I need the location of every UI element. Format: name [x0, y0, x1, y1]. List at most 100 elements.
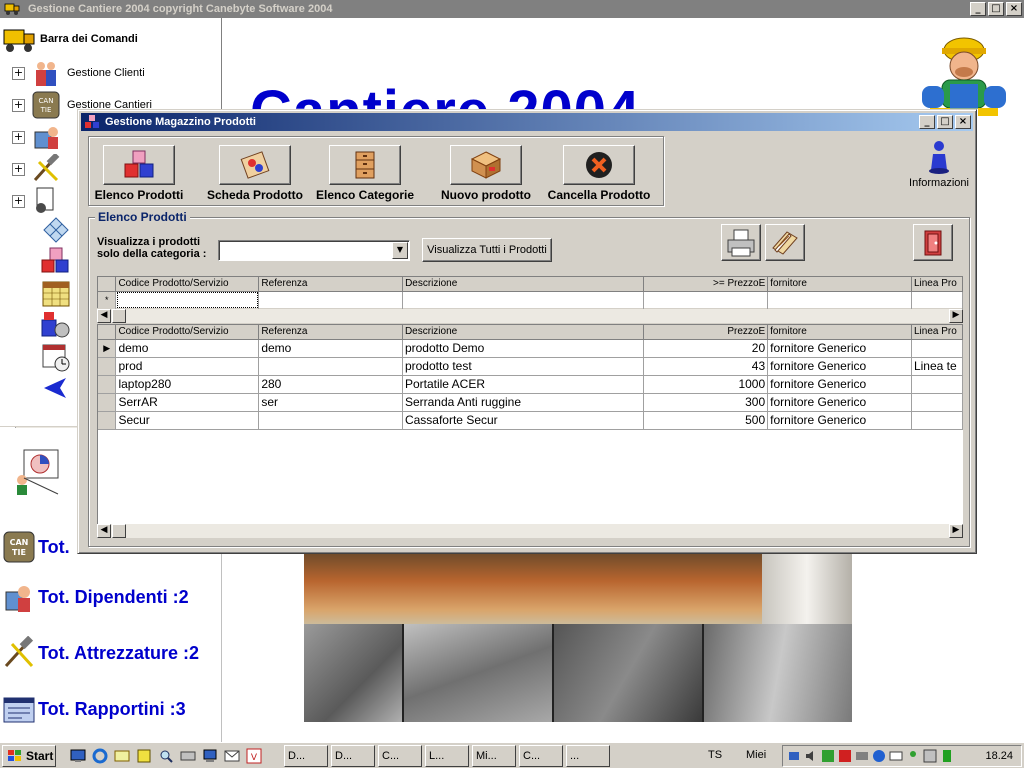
referenza-cell[interactable]: ser	[258, 393, 403, 412]
tree-expander[interactable]: +	[12, 130, 25, 144]
search-prezzo-cell[interactable]	[643, 291, 769, 310]
scheda-prodotto-button[interactable]: Scheda Prodotto	[195, 145, 315, 202]
exit-button[interactable]	[913, 224, 953, 261]
row-selector[interactable]	[98, 411, 117, 430]
column-header[interactable]: Linea Pro	[911, 277, 964, 292]
task-button[interactable]: C...	[378, 744, 422, 767]
category-select[interactable]: ▼	[218, 240, 410, 261]
codice-cell[interactable]: SerrAR	[115, 393, 260, 412]
column-header[interactable]: Referenza	[258, 325, 403, 340]
column-header[interactable]: fornitore	[767, 277, 912, 292]
start-button[interactable]: Start	[2, 744, 56, 767]
informazioni-button[interactable]: Informazioni	[904, 140, 974, 189]
search-icon[interactable]	[158, 748, 174, 764]
antivirus-icon[interactable]	[821, 749, 835, 763]
outlook-icon[interactable]	[114, 748, 130, 764]
tree-item-gestione-clienti[interactable]: + Gestione Clienti	[12, 58, 145, 88]
ts-toolbar-label[interactable]: TS	[708, 749, 722, 761]
column-header[interactable]: Referenza	[258, 277, 404, 292]
column-header[interactable]: Codice Prodotto/Servizio	[115, 325, 260, 340]
grid-icon[interactable]	[923, 749, 937, 763]
prezzo-cell[interactable]: 300	[643, 393, 769, 412]
prezzo-cell[interactable]: 43	[643, 357, 769, 376]
referenza-cell[interactable]: demo	[258, 339, 403, 358]
linea-cell[interactable]	[911, 339, 964, 358]
task-button[interactable]: D...	[331, 744, 375, 767]
app-icon[interactable]	[136, 748, 152, 764]
scroll-left-arrow-icon[interactable]: ◀	[97, 309, 111, 323]
search-grid-hscrollbar[interactable]: ◀ ▶	[97, 309, 963, 323]
table-row[interactable]: laptop280 280 Portatile ACER 1000 fornit…	[98, 375, 964, 394]
tree-item-dipendenti[interactable]: +	[12, 122, 67, 152]
table-row[interactable]: ▶ demo demo prodotto Demo 20 fornitore G…	[98, 339, 964, 358]
network-status-icon[interactable]	[855, 749, 869, 763]
elenco-categorie-button[interactable]: Elenco Categorie	[305, 145, 425, 202]
referenza-cell[interactable]	[258, 357, 403, 376]
cancella-prodotto-button[interactable]: Cancella Prodotto	[539, 145, 659, 202]
search-new-row[interactable]: *	[98, 291, 964, 310]
back-arrow-icon[interactable]	[42, 376, 70, 400]
clock[interactable]: 18.24	[985, 750, 1013, 762]
volume-icon[interactable]	[804, 749, 818, 763]
linea-cell[interactable]	[911, 393, 964, 412]
table-row[interactable]: SerrAR ser Serranda Anti ruggine 300 for…	[98, 393, 964, 412]
elenco-prodotti-button[interactable]: Elenco Prodotti	[79, 145, 199, 202]
fornitore-cell[interactable]: fornitore Generico	[767, 375, 912, 394]
fornitore-cell[interactable]: fornitore Generico	[767, 357, 912, 376]
column-header[interactable]: Descrizione	[402, 325, 645, 340]
dialog-titlebar[interactable]: Gestione Magazzino Prodotti _ □ ×	[81, 113, 973, 131]
scrollbar-thumb[interactable]	[112, 309, 126, 323]
internet-explorer-icon[interactable]	[92, 748, 108, 764]
row-selector[interactable]	[98, 357, 117, 376]
tree-expander[interactable]: +	[12, 162, 25, 176]
scrollbar-thumb[interactable]	[112, 524, 126, 538]
column-header[interactable]: PrezzoE	[643, 325, 769, 340]
fornitore-cell[interactable]: fornitore Generico	[767, 411, 912, 430]
prezzo-cell[interactable]: 500	[643, 411, 769, 430]
descrizione-cell[interactable]: prodotto Demo	[402, 339, 645, 358]
codice-cell[interactable]: laptop280	[115, 375, 260, 394]
main-minimize-button[interactable]: _	[970, 2, 986, 16]
search-referenza-cell[interactable]	[258, 291, 404, 310]
miei-toolbar-label[interactable]: Miei	[746, 749, 766, 761]
globe-icon[interactable]	[872, 749, 886, 763]
fornitore-cell[interactable]: fornitore Generico	[767, 393, 912, 412]
main-maximize-button[interactable]: □	[988, 2, 1004, 16]
descrizione-cell[interactable]: Cassaforte Secur	[402, 411, 645, 430]
referenza-cell[interactable]: 280	[258, 375, 403, 394]
export-button[interactable]	[765, 224, 805, 261]
codice-cell[interactable]: Secur	[115, 411, 260, 430]
product-search-grid[interactable]: Codice Prodotto/Servizio Referenza Descr…	[97, 276, 964, 310]
codice-cell[interactable]: demo	[115, 339, 260, 358]
chevron-down-icon[interactable]: ▼	[392, 242, 408, 259]
grid-icon[interactable]	[40, 214, 72, 244]
calendar-icon[interactable]	[40, 278, 72, 308]
descrizione-cell[interactable]: prodotto test	[402, 357, 645, 376]
task-button[interactable]: ...	[566, 744, 610, 767]
column-header[interactable]: fornitore	[767, 325, 912, 340]
referenza-cell[interactable]	[258, 411, 403, 430]
task-button[interactable]: D...	[284, 744, 328, 767]
descrizione-cell[interactable]: Portatile ACER	[402, 375, 645, 394]
scroll-right-arrow-icon[interactable]: ▶	[949, 309, 963, 323]
descrizione-cell[interactable]: Serranda Anti ruggine	[402, 393, 645, 412]
linea-cell[interactable]: Linea te	[911, 357, 964, 376]
search-codice-cell[interactable]	[115, 291, 260, 310]
column-header[interactable]: Linea Pro	[911, 325, 964, 340]
main-close-button[interactable]: ×	[1006, 2, 1022, 16]
dialog-close-button[interactable]: ×	[955, 115, 971, 129]
table-row[interactable]: Secur Cassaforte Secur 500 fornitore Gen…	[98, 411, 964, 430]
task-button[interactable]: L...	[425, 744, 469, 767]
column-header[interactable]: >= PrezzoE	[643, 277, 769, 292]
row-selector[interactable]	[98, 393, 117, 412]
cubes-icon[interactable]	[40, 246, 72, 276]
linea-cell[interactable]	[911, 375, 964, 394]
tree-item-attrezzature[interactable]: +	[12, 154, 67, 184]
vb-icon[interactable]: V	[246, 748, 262, 764]
row-selector[interactable]	[98, 375, 117, 394]
show-all-products-button[interactable]: Visualizza Tutti i Prodotti	[422, 238, 552, 262]
mail-icon[interactable]	[889, 749, 903, 763]
dialog-minimize-button[interactable]: _	[919, 115, 935, 129]
tree-expander[interactable]: +	[12, 66, 25, 80]
computer-icon[interactable]	[202, 748, 218, 764]
